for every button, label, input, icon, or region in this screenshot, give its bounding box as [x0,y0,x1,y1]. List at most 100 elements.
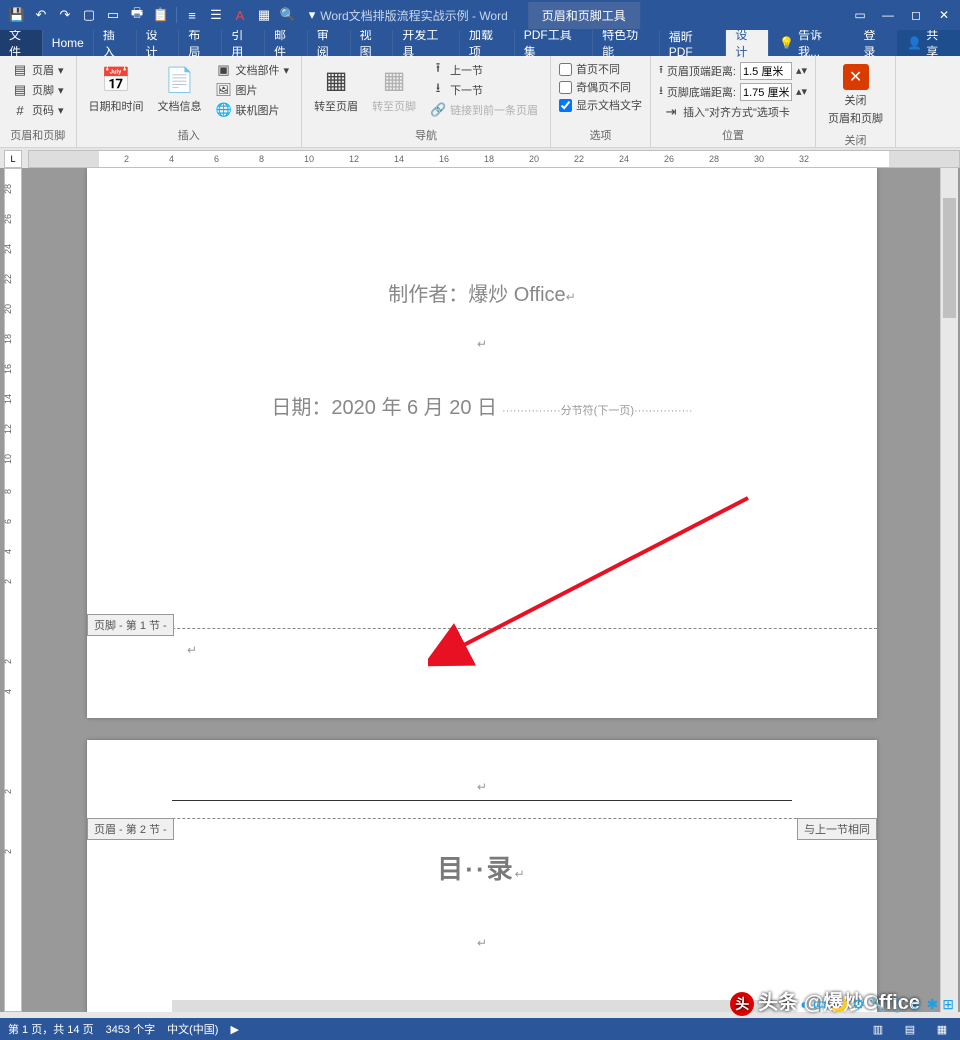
group-label: 导航 [310,125,542,147]
tab-foxit[interactable]: 福昕PDF [660,30,727,56]
group-options: 首页不同 奇偶页不同 显示文档文字 选项 [551,56,651,147]
header-section-tag: 页眉 - 第 2 节 - [87,818,174,840]
vertical-scrollbar[interactable] [940,168,958,1012]
link-prev-button[interactable]: 🔗链接到前一条页眉 [426,100,542,120]
read-mode-icon[interactable]: ▥ [868,1019,888,1039]
para-mark: ↵ [87,307,877,351]
insert-align-button[interactable]: ⇥插入"对齐方式"选项卡 [659,102,807,122]
zoom-icon[interactable]: 🔍 [277,4,299,26]
page-container: 制作者：爆炒 Office↵ ↵ 日期：2020 年 6 月 20 日 ····… [28,168,936,1012]
share-icon: 👤 [907,36,922,50]
tab-insert[interactable]: 插入 [94,30,137,56]
header-boundary [87,818,877,819]
close-window-icon[interactable]: ✕ [932,4,956,26]
tab-file[interactable]: 文件 [0,30,43,56]
save-icon[interactable]: 💾 [6,4,28,26]
separator [176,7,177,23]
paste-icon[interactable]: 📋 [150,4,172,26]
tray-icon[interactable]: 中 [813,996,827,1016]
context-tab-label: 页眉和页脚工具 [528,2,640,29]
show-doc-checkbox[interactable]: 显示文档文字 [559,96,642,114]
header-top-input[interactable] [740,62,792,80]
group-position: ⭱页眉顶端距离:▴▾ ⭳页脚底端距离:▴▾ ⇥插入"对齐方式"选项卡 位置 [651,56,816,147]
print-icon[interactable]: 🖶 [126,4,148,26]
goto-header-button[interactable]: ▦转至页眉 [310,60,362,118]
tab-developer[interactable]: 开发工具 [393,30,460,56]
maximize-icon[interactable]: ◻ [904,4,928,26]
table-icon[interactable]: ▦ [253,4,275,26]
tab-mailings[interactable]: 邮件 [265,30,308,56]
tray-icon[interactable]: ⊞ [942,996,954,1016]
tab-view[interactable]: 视图 [351,30,394,56]
footer-button[interactable]: ▤页脚 ▾ [8,80,68,100]
horizontal-ruler[interactable]: 24 68 1012 1416 1820 2224 2628 3032 [28,150,960,168]
top-dist-icon: ⭱ [659,61,663,80]
footer-section-tag: 页脚 - 第 1 节 - [87,614,174,636]
new-icon[interactable]: ▢ [78,4,100,26]
redo-icon[interactable]: ↷ [54,4,76,26]
tab-review[interactable]: 审阅 [308,30,351,56]
docinfo-button[interactable]: 📄文档信息 [154,60,206,118]
list-icon[interactable]: ☰ [205,4,227,26]
picture-button[interactable]: 🖼图片 [212,80,294,100]
tab-layout[interactable]: 布局 [179,30,222,56]
ribbon-tabs: 文件 Home 插入 设计 布局 引用 邮件 审阅 视图 开发工具 加载项 PD… [0,30,960,56]
tab-references[interactable]: 引用 [222,30,265,56]
tray-icon[interactable]: ✱ [927,996,939,1016]
close-hf-button[interactable]: ✕ 关闭 页眉和页脚 [824,60,887,130]
tab-features[interactable]: 特色功能 [593,30,660,56]
open-icon[interactable]: ▭ [102,4,124,26]
ribbon: ▤页眉 ▾ ▤页脚 ▾ #页码 ▾ 页眉和页脚 📅日期和时间 📄文档信息 ▣文档… [0,56,960,148]
footer-bot-input[interactable] [740,83,792,101]
next-section-button[interactable]: ⭳下一节 [426,80,542,100]
scrollbar-thumb[interactable] [943,198,956,318]
group-label: 选项 [559,125,642,147]
tab-design[interactable]: 设计 [137,30,180,56]
page-status[interactable]: 第 1 页，共 14 页 [8,1021,94,1037]
tray-icon[interactable]: ◐ [800,996,808,1016]
online-pic-button[interactable]: 🌐联机图片 [212,100,294,120]
undo-icon[interactable]: ↶ [30,4,52,26]
tab-home[interactable]: Home [43,30,94,56]
login-button[interactable]: 登录 [854,30,898,56]
tab-pdf[interactable]: PDF工具集 [515,30,593,56]
tray-icon[interactable]: ⚙ [852,996,865,1016]
group-label: 页眉和页脚 [8,125,68,147]
header-button[interactable]: ▤页眉 ▾ [8,60,68,80]
page-1[interactable]: 制作者：爆炒 Office↵ ↵ 日期：2020 年 6 月 20 日 ····… [87,168,877,718]
tell-me-button[interactable]: 💡告诉我... [769,30,853,56]
macro-icon[interactable]: ▶ [230,1023,238,1036]
web-layout-icon[interactable]: ▦ [932,1019,952,1039]
ruler-corner[interactable]: L [4,150,22,168]
datetime-button[interactable]: 📅日期和时间 [85,60,148,118]
minimize-icon[interactable]: — [876,4,900,26]
status-bar: 第 1 页，共 14 页 3453 个字 中文(中国) ▶ ▥ ▤ ▦ [0,1018,960,1040]
bulb-icon: 💡 [779,36,794,50]
diff-odd-checkbox[interactable]: 奇偶页不同 [559,78,642,96]
prev-section-button[interactable]: ⭱上一节 [426,60,542,80]
parts-button[interactable]: ▣文档部件 ▾ [212,60,294,80]
tray-icon[interactable]: ☺ [908,996,922,1016]
vertical-ruler[interactable]: 2826 2422 2018 1614 1210 86 42 24 22 [4,168,22,1012]
pagenum-button[interactable]: #页码 ▾ [8,100,68,120]
tray-icon[interactable]: ⓘ [890,996,904,1016]
goto-footer-button[interactable]: ▦转至页脚 [368,60,420,118]
tray-icon[interactable]: 🔧 [869,996,886,1016]
align-icon[interactable]: ≡ [181,4,203,26]
goto-header-icon: ▦ [320,64,352,96]
language-status[interactable]: 中文(中国) [167,1021,218,1037]
group-header-footer: ▤页眉 ▾ ▤页脚 ▾ #页码 ▾ 页眉和页脚 [0,56,77,147]
share-button[interactable]: 👤共享 [897,30,960,56]
align-tab-icon: ⇥ [663,104,679,120]
word-count[interactable]: 3453 个字 [106,1021,156,1037]
font-color-icon[interactable]: A [229,4,251,26]
page-2[interactable]: ↵ 页眉 - 第 2 节 - 与上一节相同 目··录↵ ↵ [87,740,877,1012]
calendar-icon: 📅 [100,64,132,96]
tab-hf-design[interactable]: 设计 [726,30,769,56]
tab-addins[interactable]: 加载项 [460,30,515,56]
tray-icon[interactable]: 🌙 [831,996,848,1016]
print-layout-icon[interactable]: ▤ [900,1019,920,1039]
docinfo-icon: 📄 [164,64,196,96]
diff-first-checkbox[interactable]: 首页不同 [559,60,642,78]
ribbon-options-icon[interactable]: ▭ [848,4,872,26]
